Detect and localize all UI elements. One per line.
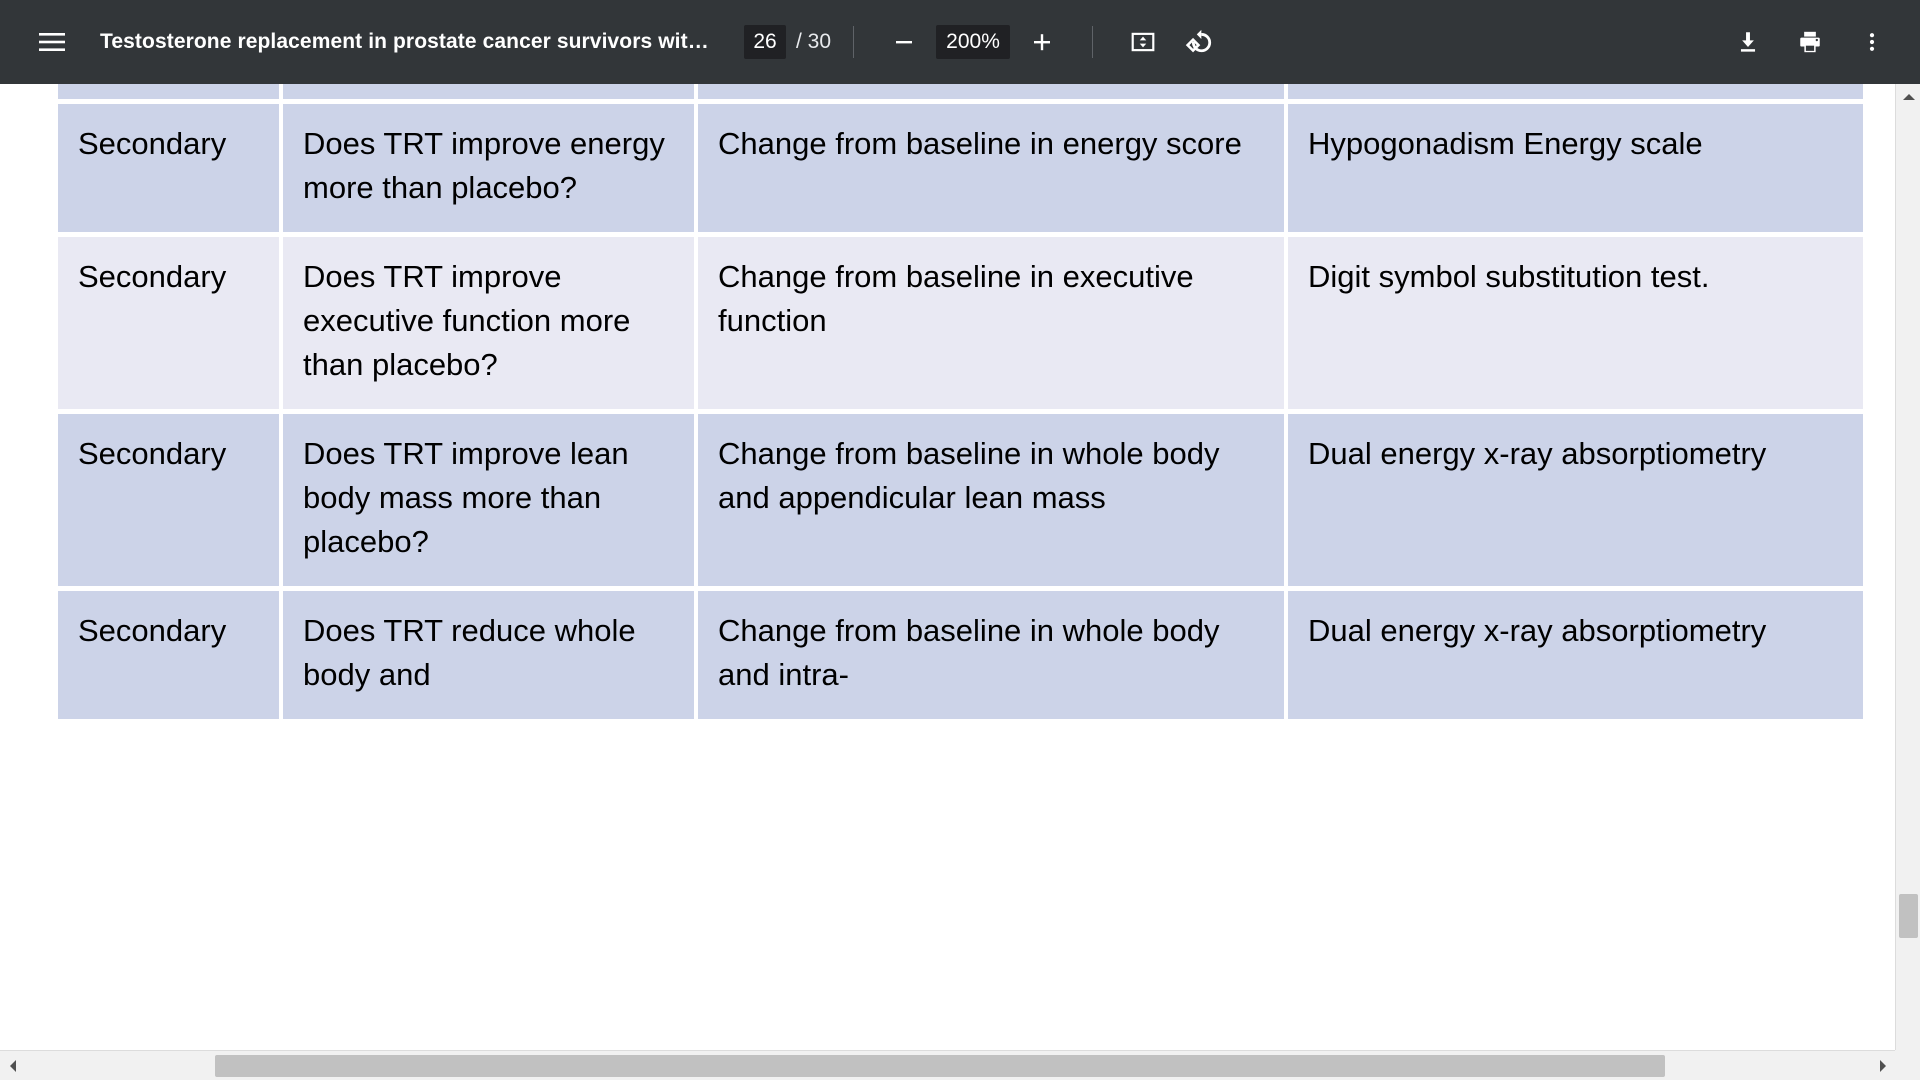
cell-type: Secondary (58, 237, 283, 415)
cell-outcome (698, 84, 1288, 104)
horizontal-scrollbar-thumb[interactable] (215, 1055, 1665, 1077)
download-icon[interactable] (1720, 14, 1776, 70)
cell-question: Does TRT improve lean body mass more tha… (283, 414, 698, 592)
zoom-controls: 200% (876, 14, 1070, 70)
cell-measure (1288, 84, 1863, 104)
scroll-up-arrow-icon[interactable] (1896, 84, 1920, 109)
print-icon[interactable] (1782, 14, 1838, 70)
vertical-scrollbar-thumb[interactable] (1899, 894, 1918, 938)
scrollbar-corner (1895, 1050, 1920, 1080)
study-outcomes-table: wellbeing? Secondary Does TRT improve en… (58, 84, 1863, 725)
cell-outcome: Change from baseline in whole body and a… (698, 414, 1288, 592)
toolbar-actions (1714, 14, 1900, 70)
page-number-input[interactable] (744, 25, 786, 59)
horizontal-scrollbar[interactable] (0, 1050, 1920, 1080)
pdf-page-canvas: wellbeing? Secondary Does TRT improve en… (0, 84, 1895, 1080)
toolbar-divider-2 (1092, 26, 1094, 58)
cell-question: Does TRT improve executive function more… (283, 237, 698, 415)
fit-to-page-icon[interactable] (1115, 14, 1171, 70)
cell-outcome: Change from baseline in executive functi… (698, 237, 1288, 415)
cell-type: Secondary (58, 414, 283, 592)
cell-outcome: Change from baseline in energy score (698, 104, 1288, 238)
table-row-clipped: wellbeing? (58, 84, 1863, 104)
cell-measure: Hypogonadism Energy scale (1288, 104, 1863, 238)
rotate-counterclockwise-icon[interactable] (1171, 14, 1227, 70)
hamburger-menu-icon[interactable] (24, 14, 80, 70)
scroll-right-arrow-icon[interactable] (1870, 1051, 1895, 1080)
document-title: Testosterone replacement in prostate can… (100, 30, 720, 53)
cell-question: Does TRT improve energy more than placeb… (283, 104, 698, 238)
table-row: Secondary Does TRT improve energy more t… (58, 104, 1863, 238)
scroll-left-arrow-icon[interactable] (0, 1051, 25, 1080)
cell-outcome: Change from baseline in whole body and i… (698, 591, 1288, 725)
table-row: Secondary Does TRT reduce whole body and… (58, 591, 1863, 725)
toolbar-divider (853, 26, 855, 58)
cell-type: Secondary (58, 591, 283, 725)
cell-question: Does TRT reduce whole body and (283, 591, 698, 725)
vertical-scrollbar[interactable] (1895, 84, 1920, 1080)
zoom-level-value[interactable]: 200% (936, 25, 1011, 59)
cell-measure: Dual energy x-ray absorptiometry (1288, 591, 1863, 725)
zoom-in-button[interactable] (1014, 14, 1070, 70)
page-count-label: / 30 (796, 30, 832, 53)
pdf-viewer-toolbar: Testosterone replacement in prostate can… (0, 0, 1920, 84)
table-row: Secondary Does TRT improve executive fun… (58, 237, 1863, 415)
more-vertical-icon[interactable] (1844, 14, 1900, 70)
cell-type (58, 84, 283, 104)
cell-measure: Dual energy x-ray absorptiometry (1288, 414, 1863, 592)
zoom-out-button[interactable] (876, 14, 932, 70)
cell-type: Secondary (58, 104, 283, 238)
cell-measure: Digit symbol substitution test. (1288, 237, 1863, 415)
table-row: Secondary Does TRT improve lean body mas… (58, 414, 1863, 592)
pdf-viewer-area[interactable]: wellbeing? Secondary Does TRT improve en… (0, 84, 1920, 1080)
page-controls: / 30 (744, 25, 831, 59)
cell-question: wellbeing? (283, 84, 698, 104)
